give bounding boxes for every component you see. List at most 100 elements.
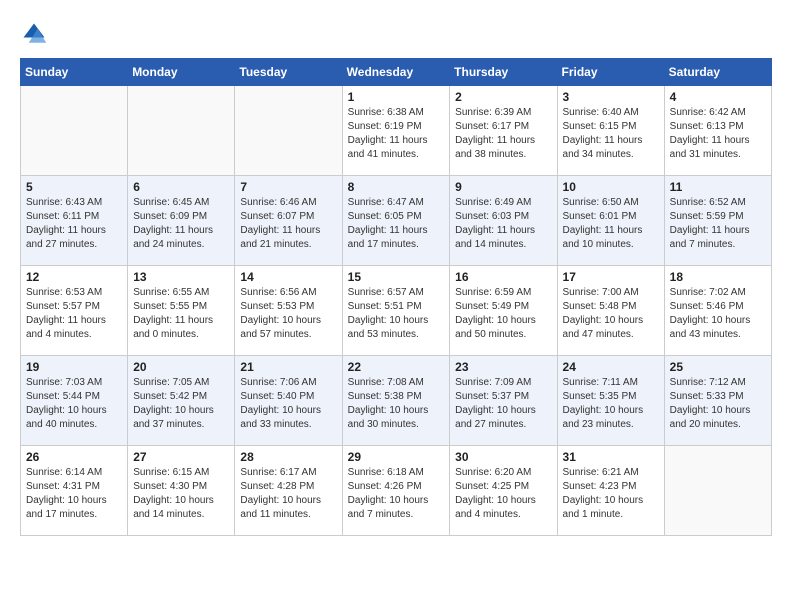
day-cell-3: 3 Sunrise: 6:40 AM Sunset: 6:15 PM Daylig… xyxy=(557,86,664,176)
empty-cell xyxy=(21,86,128,176)
day-number: 10 xyxy=(563,180,659,194)
day-cell-16: 16 Sunrise: 6:59 AM Sunset: 5:49 PM Dayli… xyxy=(450,266,557,356)
day-info: Sunrise: 6:55 AM Sunset: 5:55 PM Dayligh… xyxy=(133,286,229,342)
day-cell-23: 23 Sunrise: 7:09 AM Sunset: 5:37 PM Dayli… xyxy=(450,356,557,446)
day-cell-11: 11Sunrise: 6:52 AM Sunset: 5:59 PM Dayli… xyxy=(664,176,771,266)
day-number: 23 xyxy=(455,360,551,374)
day-info: Sunrise: 6:53 AM Sunset: 5:57 PM Dayligh… xyxy=(26,286,122,342)
weekday-header-tuesday: Tuesday xyxy=(235,59,342,86)
day-number: 8 xyxy=(348,180,445,194)
day-number: 19 xyxy=(26,360,122,374)
week-row-5: 26 Sunrise: 6:14 AM Sunset: 4:31 PM Dayli… xyxy=(21,446,772,536)
week-row-3: 12Sunrise: 6:53 AM Sunset: 5:57 PM Dayli… xyxy=(21,266,772,356)
empty-cell xyxy=(235,86,342,176)
day-cell-15: 15 Sunrise: 6:57 AM Sunset: 5:51 PM Dayli… xyxy=(342,266,450,356)
day-cell-28: 28 Sunrise: 6:17 AM Sunset: 4:28 PM Dayli… xyxy=(235,446,342,536)
empty-cell xyxy=(664,446,771,536)
day-cell-2: 2Sunrise: 6:39 AM Sunset: 6:17 PM Daylig… xyxy=(450,86,557,176)
day-number: 26 xyxy=(26,450,122,464)
day-info: Sunrise: 7:09 AM Sunset: 5:37 PM Dayligh… xyxy=(455,376,551,432)
day-cell-8: 8 Sunrise: 6:47 AM Sunset: 6:05 PM Daylig… xyxy=(342,176,450,266)
day-number: 25 xyxy=(670,360,766,374)
day-cell-22: 22 Sunrise: 7:08 AM Sunset: 5:38 PM Dayli… xyxy=(342,356,450,446)
day-number: 14 xyxy=(240,270,336,284)
day-number: 16 xyxy=(455,270,551,284)
day-info: Sunrise: 7:06 AM Sunset: 5:40 PM Dayligh… xyxy=(240,376,336,432)
day-number: 30 xyxy=(455,450,551,464)
week-row-2: 5 Sunrise: 6:43 AM Sunset: 6:11 PM Daylig… xyxy=(21,176,772,266)
day-cell-13: 13 Sunrise: 6:55 AM Sunset: 5:55 PM Dayli… xyxy=(128,266,235,356)
day-info: Sunrise: 7:05 AM Sunset: 5:42 PM Dayligh… xyxy=(133,376,229,432)
day-cell-5: 5 Sunrise: 6:43 AM Sunset: 6:11 PM Daylig… xyxy=(21,176,128,266)
day-cell-1: 1 Sunrise: 6:38 AM Sunset: 6:19 PM Daylig… xyxy=(342,86,450,176)
day-number: 1 xyxy=(348,90,445,104)
day-cell-30: 30 Sunrise: 6:20 AM Sunset: 4:25 PM Dayli… xyxy=(450,446,557,536)
weekday-header-wednesday: Wednesday xyxy=(342,59,450,86)
day-info: Sunrise: 6:45 AM Sunset: 6:09 PM Dayligh… xyxy=(133,196,229,252)
day-number: 27 xyxy=(133,450,229,464)
day-number: 4 xyxy=(670,90,766,104)
day-cell-7: 7Sunrise: 6:46 AM Sunset: 6:07 PM Daylig… xyxy=(235,176,342,266)
day-number: 3 xyxy=(563,90,659,104)
day-cell-24: 24Sunrise: 7:11 AM Sunset: 5:35 PM Dayli… xyxy=(557,356,664,446)
day-info: Sunrise: 6:17 AM Sunset: 4:28 PM Dayligh… xyxy=(240,466,336,522)
weekday-header-friday: Friday xyxy=(557,59,664,86)
day-info: Sunrise: 6:21 AM Sunset: 4:23 PM Dayligh… xyxy=(563,466,659,522)
day-info: Sunrise: 7:00 AM Sunset: 5:48 PM Dayligh… xyxy=(563,286,659,342)
day-number: 18 xyxy=(670,270,766,284)
day-info: Sunrise: 6:20 AM Sunset: 4:25 PM Dayligh… xyxy=(455,466,551,522)
day-info: Sunrise: 6:52 AM Sunset: 5:59 PM Dayligh… xyxy=(670,196,766,252)
day-info: Sunrise: 6:18 AM Sunset: 4:26 PM Dayligh… xyxy=(348,466,445,522)
day-cell-12: 12Sunrise: 6:53 AM Sunset: 5:57 PM Dayli… xyxy=(21,266,128,356)
weekday-header-row: SundayMondayTuesdayWednesdayThursdayFrid… xyxy=(21,59,772,86)
day-number: 28 xyxy=(240,450,336,464)
day-info: Sunrise: 7:02 AM Sunset: 5:46 PM Dayligh… xyxy=(670,286,766,342)
logo-icon xyxy=(20,20,48,48)
week-row-4: 19 Sunrise: 7:03 AM Sunset: 5:44 PM Dayli… xyxy=(21,356,772,446)
day-number: 15 xyxy=(348,270,445,284)
day-cell-19: 19 Sunrise: 7:03 AM Sunset: 5:44 PM Dayli… xyxy=(21,356,128,446)
day-cell-29: 29 Sunrise: 6:18 AM Sunset: 4:26 PM Dayli… xyxy=(342,446,450,536)
logo xyxy=(20,20,52,48)
day-info: Sunrise: 6:43 AM Sunset: 6:11 PM Dayligh… xyxy=(26,196,122,252)
day-info: Sunrise: 6:38 AM Sunset: 6:19 PM Dayligh… xyxy=(348,106,445,162)
day-number: 20 xyxy=(133,360,229,374)
calendar-table: SundayMondayTuesdayWednesdayThursdayFrid… xyxy=(20,58,772,536)
day-cell-9: 9 Sunrise: 6:49 AM Sunset: 6:03 PM Daylig… xyxy=(450,176,557,266)
day-info: Sunrise: 6:47 AM Sunset: 6:05 PM Dayligh… xyxy=(348,196,445,252)
day-cell-25: 25 Sunrise: 7:12 AM Sunset: 5:33 PM Dayli… xyxy=(664,356,771,446)
day-info: Sunrise: 6:39 AM Sunset: 6:17 PM Dayligh… xyxy=(455,106,551,162)
day-number: 13 xyxy=(133,270,229,284)
day-number: 29 xyxy=(348,450,445,464)
day-cell-21: 21Sunrise: 7:06 AM Sunset: 5:40 PM Dayli… xyxy=(235,356,342,446)
weekday-header-monday: Monday xyxy=(128,59,235,86)
day-number: 31 xyxy=(563,450,659,464)
day-info: Sunrise: 7:03 AM Sunset: 5:44 PM Dayligh… xyxy=(26,376,122,432)
day-cell-18: 18 Sunrise: 7:02 AM Sunset: 5:46 PM Dayli… xyxy=(664,266,771,356)
day-info: Sunrise: 7:11 AM Sunset: 5:35 PM Dayligh… xyxy=(563,376,659,432)
day-info: Sunrise: 7:12 AM Sunset: 5:33 PM Dayligh… xyxy=(670,376,766,432)
day-info: Sunrise: 6:49 AM Sunset: 6:03 PM Dayligh… xyxy=(455,196,551,252)
day-cell-20: 20 Sunrise: 7:05 AM Sunset: 5:42 PM Dayli… xyxy=(128,356,235,446)
page-header xyxy=(20,20,772,48)
weekday-header-saturday: Saturday xyxy=(664,59,771,86)
day-number: 6 xyxy=(133,180,229,194)
day-info: Sunrise: 6:59 AM Sunset: 5:49 PM Dayligh… xyxy=(455,286,551,342)
day-cell-26: 26 Sunrise: 6:14 AM Sunset: 4:31 PM Dayli… xyxy=(21,446,128,536)
weekday-header-thursday: Thursday xyxy=(450,59,557,86)
day-number: 5 xyxy=(26,180,122,194)
day-cell-14: 14 Sunrise: 6:56 AM Sunset: 5:53 PM Dayli… xyxy=(235,266,342,356)
day-info: Sunrise: 6:57 AM Sunset: 5:51 PM Dayligh… xyxy=(348,286,445,342)
day-info: Sunrise: 6:40 AM Sunset: 6:15 PM Dayligh… xyxy=(563,106,659,162)
day-number: 22 xyxy=(348,360,445,374)
day-info: Sunrise: 7:08 AM Sunset: 5:38 PM Dayligh… xyxy=(348,376,445,432)
day-number: 17 xyxy=(563,270,659,284)
day-info: Sunrise: 6:14 AM Sunset: 4:31 PM Dayligh… xyxy=(26,466,122,522)
day-cell-31: 31 Sunrise: 6:21 AM Sunset: 4:23 PM Dayli… xyxy=(557,446,664,536)
week-row-1: 1 Sunrise: 6:38 AM Sunset: 6:19 PM Daylig… xyxy=(21,86,772,176)
day-info: Sunrise: 6:56 AM Sunset: 5:53 PM Dayligh… xyxy=(240,286,336,342)
day-number: 7 xyxy=(240,180,336,194)
day-info: Sunrise: 6:42 AM Sunset: 6:13 PM Dayligh… xyxy=(670,106,766,162)
day-cell-27: 27Sunrise: 6:15 AM Sunset: 4:30 PM Dayli… xyxy=(128,446,235,536)
day-number: 9 xyxy=(455,180,551,194)
